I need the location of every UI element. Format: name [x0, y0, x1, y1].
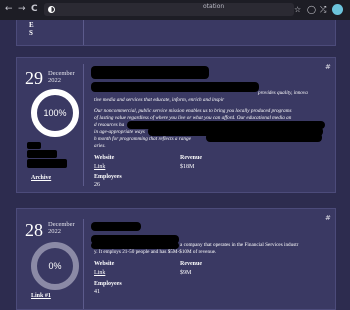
description-line: aries. — [94, 143, 106, 149]
description-line: a company that operates in the Financial… — [180, 242, 299, 248]
redacted-block — [27, 150, 57, 158]
extensions-icon[interactable]: ⤮ — [320, 4, 326, 15]
tracking-protection-icon[interactable] — [48, 6, 55, 13]
letter: S — [29, 29, 33, 37]
website-link[interactable]: Link — [94, 270, 105, 277]
address-bar[interactable] — [44, 3, 294, 16]
website-label: Website — [94, 155, 115, 161]
website-label: Website — [94, 261, 115, 267]
description-line: Our noncommercial, public service missio… — [94, 108, 292, 114]
revenue-label: Revenue — [180, 155, 202, 161]
redacted-title — [91, 222, 141, 231]
progress-percent: 0% — [48, 261, 62, 271]
entry-day: 29 — [25, 68, 43, 88]
description-line: y. It employs 21-50 people and has $5M-$… — [94, 249, 217, 255]
employees-label: Employees — [94, 281, 122, 287]
redacted-block — [91, 242, 179, 249]
employees-value: 41 — [94, 289, 100, 295]
redacted-title — [91, 66, 209, 79]
entry-link[interactable]: Link #1 — [31, 293, 51, 300]
revenue-value: $9M — [180, 270, 192, 276]
entry-year: 2022 — [48, 77, 61, 84]
account-icon[interactable] — [332, 4, 343, 15]
bookmark-star-icon[interactable]: ☆ — [294, 4, 301, 15]
description-line: provides quality, innova — [258, 90, 308, 96]
letter: E — [29, 21, 34, 29]
revenue-value: $18M — [180, 164, 195, 170]
entry-year: 2022 — [48, 228, 61, 235]
redacted-block — [91, 82, 259, 92]
back-icon[interactable]: ← — [5, 3, 13, 16]
employees-value: 26 — [94, 182, 100, 188]
description-line: h month for programming that reflects a … — [94, 136, 191, 142]
forward-icon[interactable]: → — [18, 3, 26, 16]
redacted-block — [27, 159, 67, 168]
pocket-icon[interactable]: ◯ — [307, 4, 316, 15]
address-text[interactable]: otation — [203, 3, 224, 11]
description-line: tive media and services that educate, in… — [94, 97, 225, 103]
entry-card: 28 December 2022 0% Link #1 # a company … — [16, 208, 336, 310]
progress-percent: 100% — [43, 108, 67, 118]
employees-label: Employees — [94, 174, 122, 180]
previous-card-letters: E S — [29, 21, 37, 37]
entry-card: 29 December 2022 100% Archive # provides… — [16, 57, 336, 193]
redacted-block — [206, 133, 322, 142]
description-line: d resources ha — [94, 122, 125, 128]
browser-toolbar: ← → C otation ☆ ◯ ⤮ — [0, 0, 350, 20]
archive-link[interactable]: Archive — [31, 175, 51, 182]
redacted-block — [27, 142, 41, 149]
description-line: in age-appropriate ways — [94, 129, 145, 135]
card-divider — [83, 219, 84, 309]
revenue-label: Revenue — [180, 261, 202, 267]
card-divider — [83, 64, 84, 186]
entry-day: 28 — [25, 220, 43, 240]
reload-icon[interactable]: C — [31, 3, 38, 16]
website-link[interactable]: Link — [94, 164, 105, 171]
permalink-hash[interactable]: # — [325, 214, 331, 222]
permalink-hash[interactable]: # — [325, 63, 331, 71]
